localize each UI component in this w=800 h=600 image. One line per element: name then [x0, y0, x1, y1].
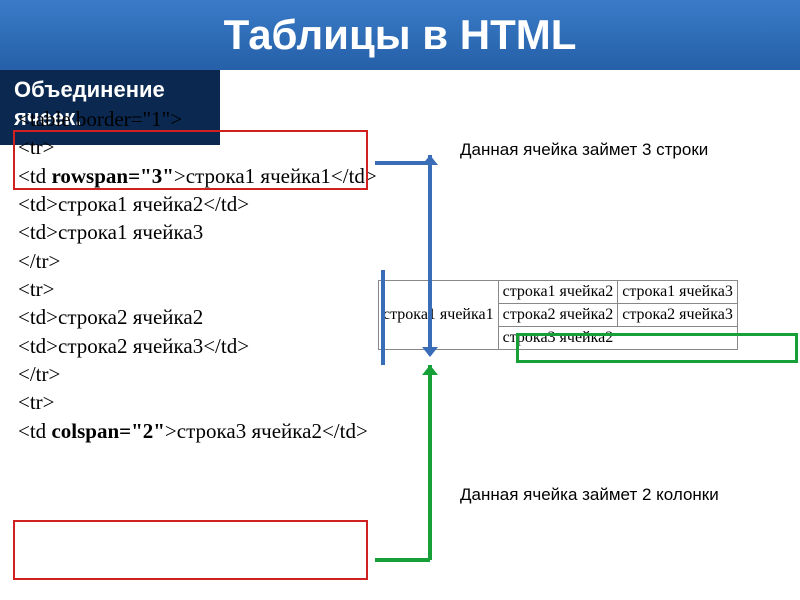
code-text: <td	[18, 419, 51, 443]
arrow-colspan-icon	[370, 365, 460, 575]
page-title: Таблицы в HTML	[224, 11, 577, 59]
code-line: <td colspan="2">строка3 ячейка2</td>	[18, 417, 378, 445]
code-line: </tr>	[18, 247, 378, 275]
code-line: <tr>	[18, 388, 378, 416]
title-bar: Таблицы в HTML	[0, 0, 800, 70]
table-cell: строка1 ячейка1	[379, 281, 499, 350]
code-listing: <table border="1"> <tr> <td rowspan="3">…	[18, 105, 378, 445]
code-text: >строка3 ячейка2</td>	[165, 419, 368, 443]
code-keyword: colspan="2"	[51, 419, 164, 443]
table-cell: строка2 ячейка3	[618, 304, 738, 327]
code-text: >строка1 ячейка1</td>	[174, 164, 377, 188]
code-line: <tr>	[18, 133, 378, 161]
code-line: </tr>	[18, 360, 378, 388]
result-table: строка1 ячейка1 строка1 ячейка2 строка1 …	[378, 280, 738, 350]
table-cell: строка1 ячейка2	[498, 281, 618, 304]
code-line: <td>строка2 ячейка2	[18, 303, 378, 331]
code-line: <td rowspan="3">строка1 ячейка1</td>	[18, 162, 378, 190]
table-cell: строка1 ячейка3	[618, 281, 738, 304]
table-cell: строка3 ячейка2	[498, 327, 737, 350]
code-line: <table border="1">	[18, 105, 378, 133]
code-line: <td>строка2 ячейка3</td>	[18, 332, 378, 360]
caption-rowspan: Данная ячейка займет 3 строки	[460, 140, 780, 160]
highlight-box-colspan	[13, 520, 368, 580]
table-row: строка1 ячейка1 строка1 ячейка2 строка1 …	[379, 281, 738, 304]
code-keyword: rowspan="3"	[51, 164, 173, 188]
table-cell: строка2 ячейка2	[498, 304, 618, 327]
caption-colspan: Данная ячейка займет 2 колонки	[460, 485, 780, 505]
code-text: <td	[18, 164, 51, 188]
code-line: <td>строка1 ячейка3	[18, 218, 378, 246]
code-line: <td>строка1 ячейка2</td>	[18, 190, 378, 218]
code-line: <tr>	[18, 275, 378, 303]
